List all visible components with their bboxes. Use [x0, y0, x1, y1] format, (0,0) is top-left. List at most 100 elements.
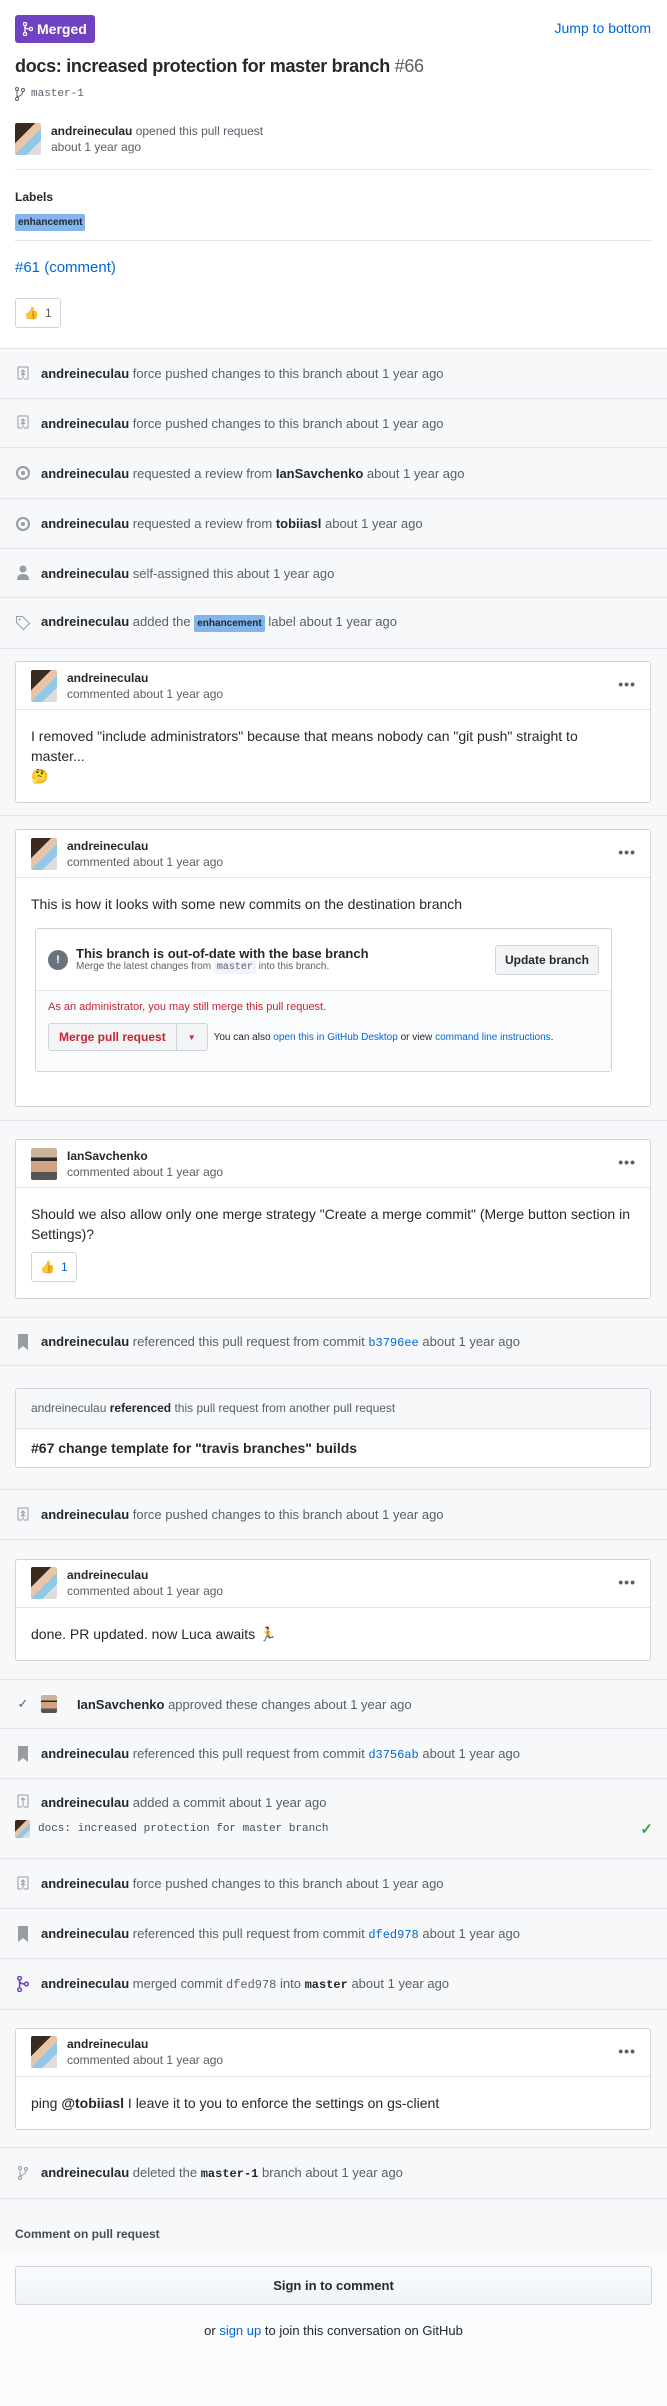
- merged-badge: Merged: [15, 15, 95, 43]
- repo-push-icon: [15, 1794, 31, 1810]
- more-options-icon[interactable]: •••: [618, 676, 636, 692]
- eye-icon: [15, 465, 31, 481]
- more-options-icon[interactable]: •••: [618, 2043, 636, 2059]
- repo-push-icon: [15, 366, 31, 382]
- person-icon: [15, 565, 31, 581]
- bookmark-icon: [15, 1925, 31, 1942]
- comment-heading: Comment on pull request: [0, 2199, 667, 2251]
- comment-wrapper: andreineculau commented about 1 year ago •…: [0, 649, 667, 816]
- comment-body: I removed "include administrators" becau…: [31, 728, 578, 784]
- comment-link[interactable]: #61 (comment): [15, 259, 116, 276]
- branch-icon: [15, 87, 25, 101]
- timeline: andreineculau force pushed changes to th…: [0, 348, 667, 2199]
- check-icon: ✓: [17, 1696, 29, 1711]
- comment: andreineculau commented about 1 year ago •…: [15, 1558, 651, 1661]
- commit-message-link[interactable]: docs: increased protection for master br…: [38, 1823, 328, 1835]
- branch-ref: master-1: [15, 87, 84, 101]
- referenced-pr-link[interactable]: #67 change template for "travis branches…: [16, 1429, 650, 1467]
- commit-sha-link[interactable]: b3796ee: [368, 1336, 418, 1350]
- timeline-event: andreineculau merged commit dfed978 into…: [0, 1959, 667, 2010]
- comment-body: ping @tobiiasl I leave it to you to enfo…: [31, 2094, 440, 2111]
- bookmark-icon: [15, 1333, 31, 1350]
- comment-body: Should we also allow only one merge stra…: [16, 1188, 650, 1298]
- comment-body: This is how it looks with some new commi…: [31, 896, 463, 912]
- cross-reference: andreineculau referenced this pull reque…: [15, 1387, 651, 1468]
- timeline-event-commit: andreineculau added a commit about 1 yea…: [0, 1779, 667, 1859]
- divider: [15, 169, 651, 170]
- merge-box-screenshot: ! This branch is out-of-date with the ba…: [35, 928, 612, 1072]
- bookmark-icon: [15, 1745, 31, 1762]
- merge-icon: [23, 22, 33, 36]
- more-options-icon[interactable]: •••: [618, 1574, 636, 1590]
- cross-reference-wrapper: andreineculau referenced this pull reque…: [0, 1366, 667, 1490]
- timeline-event: andreineculau requested a review from to…: [0, 499, 667, 549]
- timeline-event: ✓ IanSavchenko approved these changes ab…: [0, 1680, 667, 1729]
- thinking-emoji: 🤔: [31, 768, 49, 784]
- commit-item: docs: increased protection for master br…: [0, 1815, 667, 1843]
- timeline-event: andreineculau referenced this pull reque…: [0, 1318, 667, 1366]
- divider: [15, 240, 651, 241]
- more-options-icon[interactable]: •••: [618, 844, 636, 860]
- check-icon: ✓: [640, 1821, 653, 1839]
- timeline-event: andreineculau force pushed changes to th…: [0, 1859, 667, 1909]
- jump-to-bottom-link[interactable]: Jump to bottom: [555, 20, 652, 36]
- avatar[interactable]: [15, 1820, 30, 1838]
- reaction-thumbs-up[interactable]: 👍 1: [15, 298, 61, 328]
- branch-icon: [15, 2165, 31, 2181]
- avatar[interactable]: [41, 1695, 57, 1713]
- comment-wrapper: IanSavchenko commented about 1 year ago ••…: [0, 1121, 667, 1318]
- avatar[interactable]: [31, 669, 57, 702]
- author-link[interactable]: andreineculau: [51, 124, 132, 138]
- labels-heading: Labels: [15, 190, 54, 204]
- merge-pull-request-button[interactable]: Merge pull request ▼: [48, 1023, 208, 1051]
- repo-push-icon: [15, 1876, 31, 1892]
- alert-icon: !: [48, 949, 68, 970]
- timeline-event: andreineculau deleted the master-1 branc…: [0, 2148, 667, 2199]
- eye-icon: [15, 516, 31, 532]
- update-branch-button[interactable]: Update branch: [494, 945, 599, 975]
- comment-body: done. PR updated. now Luca awaits 🏃: [31, 1625, 277, 1642]
- timeline-event: andreineculau self-assigned this about 1…: [0, 549, 667, 598]
- commit-sha-link[interactable]: d3756ab: [368, 1748, 418, 1762]
- caret-down-icon[interactable]: ▼: [175, 1024, 207, 1050]
- timeline-event: andreineculau referenced this pull reque…: [0, 1729, 667, 1779]
- comment: andreineculau commented about 1 year ago •…: [15, 2027, 651, 2130]
- reaction-thumbs-up[interactable]: 👍 1: [31, 1252, 77, 1282]
- commit-sha-link[interactable]: dfed978: [368, 1928, 418, 1942]
- user-mention[interactable]: @tobiiasl: [61, 2095, 124, 2111]
- label-enhancement[interactable]: enhancement: [194, 615, 265, 632]
- timeline-event: andreineculau force pushed changes to th…: [0, 349, 667, 399]
- runner-emoji: 🏃: [259, 1625, 277, 1642]
- repo-push-icon: [15, 1507, 31, 1523]
- timeline-event: andreineculau force pushed changes to th…: [0, 399, 667, 448]
- sign-up-link[interactable]: sign up: [219, 2323, 261, 2338]
- avatar[interactable]: [31, 1147, 57, 1180]
- avatar[interactable]: [31, 837, 57, 870]
- label-enhancement[interactable]: enhancement: [15, 214, 86, 231]
- avatar[interactable]: [31, 1567, 57, 1599]
- sign-in-to-comment-button[interactable]: Sign in to comment: [15, 2266, 652, 2305]
- comment-wrapper: andreineculau commented about 1 year ago •…: [0, 816, 667, 1121]
- comment: andreineculau commented about 1 year ago •…: [15, 829, 651, 1107]
- tag-icon: [15, 615, 31, 631]
- comment: IanSavchenko commented about 1 year ago ••…: [15, 1139, 651, 1299]
- comment-wrapper: andreineculau commented about 1 year ago •…: [0, 2010, 667, 2148]
- comment: andreineculau commented about 1 year ago •…: [15, 661, 651, 803]
- comment-wrapper: andreineculau commented about 1 year ago •…: [0, 1540, 667, 1680]
- comment-footer: Sign in to comment or sign up to join th…: [0, 2251, 667, 2406]
- more-options-icon[interactable]: •••: [618, 1154, 636, 1170]
- repo-push-icon: [15, 415, 31, 431]
- timeline-event: andreineculau requested a review from Ia…: [0, 448, 667, 499]
- timeline-event: andreineculau referenced this pull reque…: [0, 1909, 667, 1959]
- pr-header: Merged Jump to bottom docs: increased pr…: [0, 0, 667, 348]
- cli-instructions-link[interactable]: command line instructions: [435, 1032, 551, 1043]
- timeline-event: andreineculau added the enhancement labe…: [0, 598, 667, 649]
- avatar[interactable]: [31, 2036, 57, 2068]
- merge-icon: [15, 1976, 31, 1992]
- page-title: docs: increased protection for master br…: [15, 56, 424, 76]
- pr-number: #66: [394, 56, 424, 76]
- pr-author: andreineculau opened this pull request ab…: [15, 123, 263, 155]
- timeline-event: andreineculau force pushed changes to th…: [0, 1490, 667, 1540]
- avatar[interactable]: [15, 123, 41, 155]
- github-desktop-link[interactable]: open this in GitHub Desktop: [273, 1032, 398, 1043]
